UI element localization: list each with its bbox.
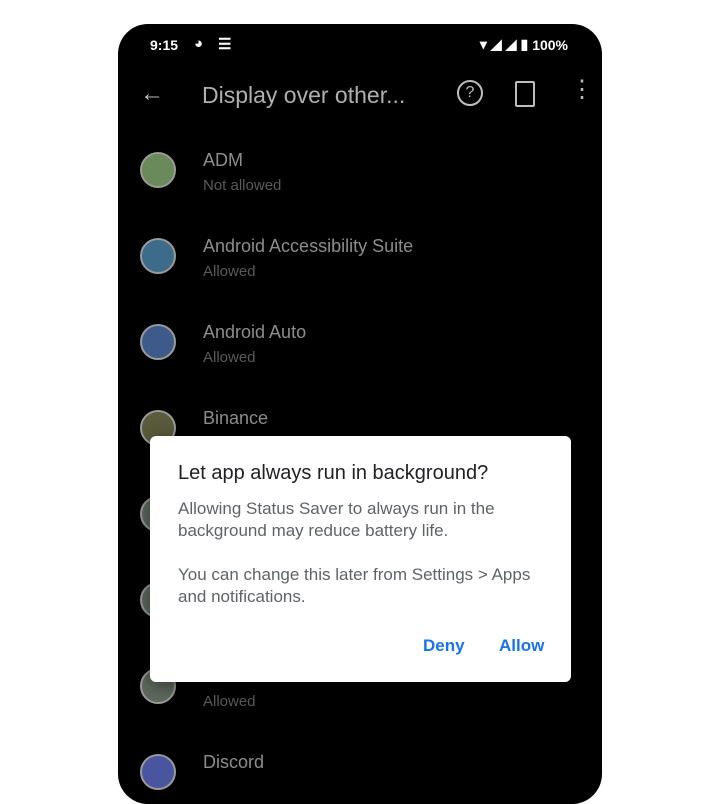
battery-level: 100% bbox=[532, 36, 568, 53]
android-auto-icon bbox=[140, 324, 176, 360]
phone-screen: 9:15 ◕ ☰ ▾ ◢ ◢ ▮ 100% ← Display over oth… bbox=[118, 24, 602, 804]
document-icon[interactable] bbox=[515, 81, 535, 107]
list-item[interactable]: Android Accessibility Suite Allowed bbox=[118, 230, 602, 316]
status-time: 9:15 bbox=[150, 37, 179, 53]
status-bar: 9:15 ◕ ☰ ▾ ◢ ◢ ▮ 100% bbox=[118, 24, 602, 66]
app-name: Discord bbox=[203, 752, 265, 772]
list-item[interactable]: ADM Not allowed bbox=[118, 144, 602, 230]
discord-icon bbox=[140, 754, 176, 790]
app-status: Not allowed bbox=[203, 177, 282, 194]
app-status: Allowed bbox=[203, 693, 256, 710]
battery-icon: ▮ bbox=[520, 36, 529, 52]
app-name: Android Auto bbox=[203, 322, 307, 342]
accessibility-suite-icon bbox=[140, 238, 176, 274]
app-bar: ← Display over other... ? ⋮ bbox=[118, 74, 602, 118]
notification-icon: ☰ bbox=[218, 36, 232, 53]
allow-button[interactable]: Allow bbox=[499, 636, 544, 656]
list-item[interactable]: Discord bbox=[118, 746, 602, 804]
dialog-note: You can change this later from Settings … bbox=[178, 565, 531, 606]
wifi-icon: ▾ bbox=[479, 36, 487, 52]
background-permission-dialog: Let app always run in background? Allowi… bbox=[150, 436, 571, 682]
deny-button[interactable]: Deny bbox=[423, 636, 465, 656]
app-name: ADM bbox=[203, 150, 243, 170]
app-name: Android Accessibility Suite bbox=[203, 236, 414, 256]
help-icon[interactable]: ? bbox=[457, 80, 483, 106]
page-title: Display over other... bbox=[202, 82, 406, 108]
list-item[interactable]: Android Auto Allowed bbox=[118, 316, 602, 402]
app-status: Allowed bbox=[203, 263, 256, 280]
back-arrow-icon[interactable]: ← bbox=[140, 80, 164, 108]
dialog-message: Allowing Status Saver to always run in t… bbox=[178, 499, 495, 540]
more-options-icon[interactable]: ⋮ bbox=[570, 78, 594, 102]
signal-icon-2: ◢ bbox=[505, 36, 517, 52]
adm-icon bbox=[140, 152, 176, 188]
app-name: Binance bbox=[203, 408, 269, 428]
data-saver-icon: ◕ bbox=[194, 35, 204, 52]
dialog-title: Let app always run in background? bbox=[178, 462, 489, 484]
signal-icon: ◢ bbox=[490, 36, 502, 52]
app-status: Allowed bbox=[203, 349, 256, 366]
